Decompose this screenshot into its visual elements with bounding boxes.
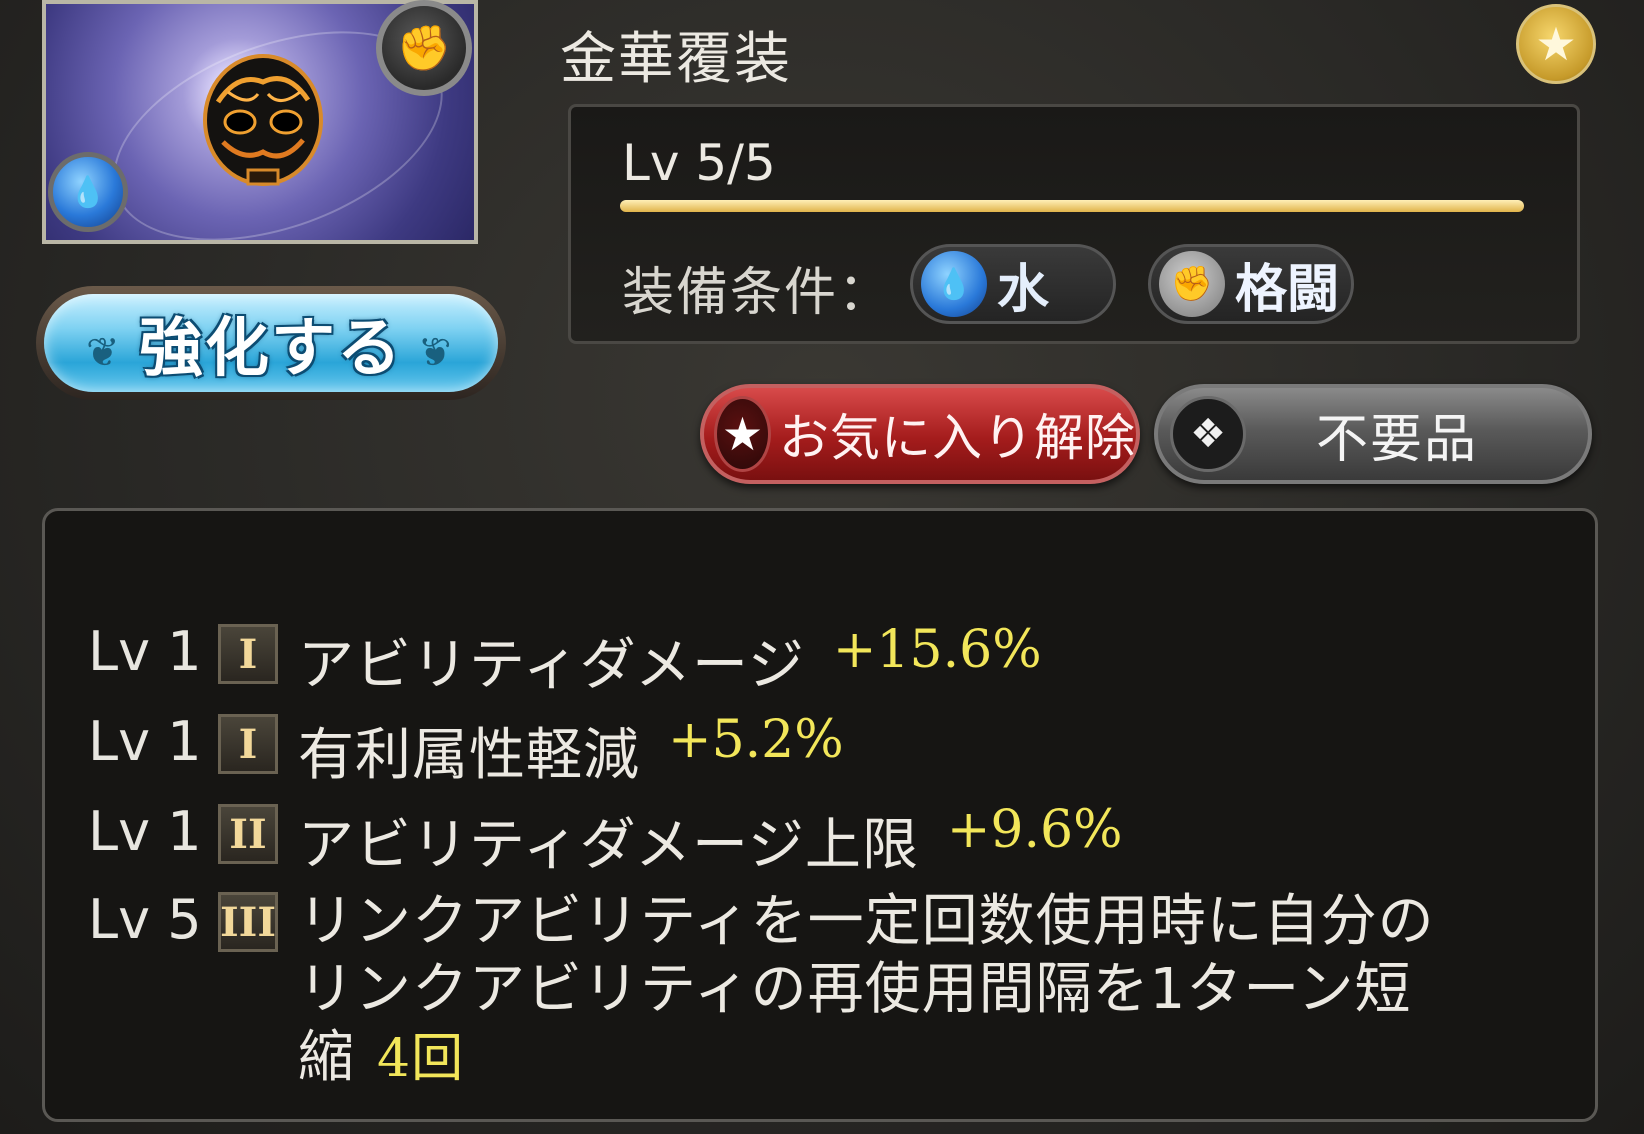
skill-value: 4回 bbox=[377, 1029, 465, 1089]
junk-button[interactable]: ❖ 不要品 bbox=[1154, 384, 1592, 484]
equip-condition-label: 装備条件： bbox=[622, 263, 893, 323]
ornament-right-icon: ❦ bbox=[418, 330, 452, 376]
star-icon: ★ bbox=[714, 396, 771, 472]
junk-button-label: 不要品 bbox=[1316, 409, 1479, 470]
condition-weapon-pill: ✊ 格闘 bbox=[1148, 244, 1354, 324]
skill-tier-badge: I bbox=[218, 624, 278, 684]
skill-tier-badge: III bbox=[218, 892, 278, 952]
water-drops-icon: 💧 bbox=[69, 174, 107, 210]
water-drops-icon: 💧 bbox=[921, 251, 987, 317]
fist-icon: ✊ bbox=[1159, 251, 1225, 317]
skill-row: Lv 1 I 有利属性軽減 +5.2% bbox=[88, 710, 844, 791]
weapon-type-badge: ✊ bbox=[376, 0, 472, 96]
condition-element-label: 水 bbox=[997, 259, 1050, 320]
level-progress-fill bbox=[620, 200, 1524, 212]
skill-row: Lv 1 I アビリティダメージ +15.6% bbox=[88, 620, 1042, 701]
level-text: Lv 5/5 bbox=[622, 134, 776, 192]
level-progress-bar bbox=[620, 200, 1524, 212]
skill-name-text: リンクアビリティを一定回数使用時に自分のリンクアビリティの再使用間隔を1ターン短… bbox=[298, 889, 1435, 1090]
skill-tier-badge: I bbox=[218, 714, 278, 774]
unfavorite-button-label: お気に入り解除 bbox=[779, 409, 1136, 467]
skill-level: Lv 1 bbox=[88, 710, 202, 773]
skill-name: リンクアビリティを一定回数使用時に自分のリンクアビリティの再使用間隔を1ターン短… bbox=[298, 888, 1468, 1093]
ornament-left-icon: ❦ bbox=[86, 330, 120, 376]
unfavorite-button[interactable]: ★ お気に入り解除 bbox=[700, 384, 1140, 484]
junk-diamonds-icon: ❖ bbox=[1170, 396, 1246, 472]
skill-value: +9.6% bbox=[946, 800, 1123, 860]
skill-row: Lv 5 III リンクアビリティを一定回数使用時に自分のリンクアビリティの再使… bbox=[88, 888, 1468, 1093]
element-water-badge: 💧 bbox=[48, 152, 128, 232]
favorite-star-icon[interactable]: ★ bbox=[1516, 4, 1596, 84]
skill-row: Lv 1 II アビリティダメージ上限 +9.6% bbox=[88, 800, 1123, 881]
mask-icon bbox=[203, 54, 323, 186]
skill-tier-badge: II bbox=[218, 804, 278, 864]
skill-level: Lv 1 bbox=[88, 620, 202, 683]
condition-element-pill: 💧 水 bbox=[910, 244, 1116, 324]
skill-level: Lv 5 bbox=[88, 888, 202, 951]
skill-name: 有利属性軽減 bbox=[298, 723, 640, 788]
item-name: 金華覆装 bbox=[560, 27, 792, 92]
enhance-button-label: 強化する bbox=[139, 312, 403, 386]
skill-level: Lv 1 bbox=[88, 800, 202, 863]
skill-name: アビリティダメージ上限 bbox=[298, 813, 919, 878]
skill-value: +5.2% bbox=[668, 710, 844, 770]
skill-name: アビリティダメージ bbox=[298, 633, 805, 698]
condition-weapon-label: 格闘 bbox=[1235, 259, 1340, 320]
fist-icon: ✊ bbox=[396, 23, 452, 74]
skill-value: +15.6% bbox=[832, 620, 1042, 680]
